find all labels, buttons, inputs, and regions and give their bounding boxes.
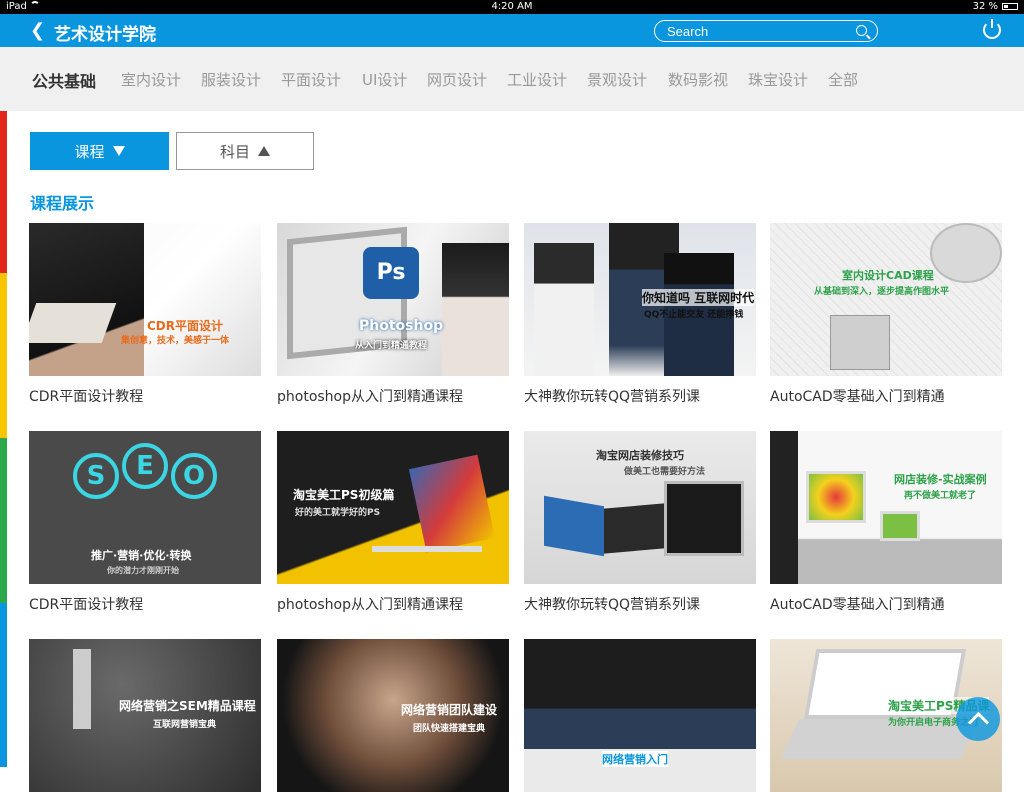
page-title: 艺术设计学院 xyxy=(54,25,156,45)
course-thumbnail: 网络营销入门 xyxy=(524,639,756,792)
course-thumbnail: S E O 推广·营销·优化·转换 你的潜力才刚刚开始 xyxy=(29,431,261,584)
search-input[interactable] xyxy=(667,24,847,39)
triangle-up-icon xyxy=(258,146,270,156)
course-filter-label: 课程 xyxy=(74,142,105,161)
course-thumbnail: CDR平面设计 集创意，技术，美感于一体 xyxy=(29,223,261,376)
course-card[interactable]: 淘宝网店装修技巧 做美工也需要好方法 大神教你玩转QQ营销系列课 xyxy=(524,431,756,614)
course-title: photoshop从入门到精通课程 xyxy=(277,389,463,405)
category-tab-graphic[interactable]: 平面设计 xyxy=(281,69,341,90)
course-card[interactable]: 网络营销入门 xyxy=(524,639,756,792)
category-tab-interior[interactable]: 室内设计 xyxy=(121,69,181,90)
category-tab-jewelry[interactable]: 珠宝设计 xyxy=(748,69,808,90)
course-thumbnail: 室内设计CAD课程 从基础到深入，逐步提高作图水平 xyxy=(770,223,1002,376)
category-tab-industrial[interactable]: 工业设计 xyxy=(507,69,567,90)
course-title: AutoCAD零基础入门到精通 xyxy=(770,389,945,405)
search-box[interactable] xyxy=(654,20,878,42)
course-card[interactable]: 网络营销团队建设 团队快速搭建宝典 xyxy=(277,639,509,792)
subject-filter-button[interactable]: 科目 xyxy=(176,132,314,170)
course-thumbnail: 网络营销之SEM精品课程 互联网营销宝典 xyxy=(29,639,261,792)
battery-icon xyxy=(1002,3,1018,10)
section-title: 课程展示 xyxy=(30,194,95,213)
course-card[interactable]: 淘宝美工PS初级篇 好的美工就学好的PS photoshop从入门到精通课程 xyxy=(277,431,509,614)
category-bar: 公共基础 室内设计 服装设计 平面设计 UI设计 网页设计 工业设计 景观设计 … xyxy=(0,47,1024,111)
course-card[interactable]: S E O 推广·营销·优化·转换 你的潜力才刚刚开始 CDR平面设计教程 xyxy=(29,431,261,614)
course-title: 大神教你玩转QQ营销系列课 xyxy=(524,597,701,613)
course-card[interactable]: Ps Photoshop 从入门到精通教程 photoshop从入门到精通课程 xyxy=(277,223,509,406)
subject-filter-label: 科目 xyxy=(219,142,250,161)
course-title: CDR平面设计教程 xyxy=(29,597,144,613)
course-card[interactable]: 你知道吗 互联网时代 QQ不止能交友 还能挣钱 大神教你玩转QQ营销系列课 xyxy=(524,223,756,406)
top-navbar: ❮ 艺术设计学院 xyxy=(0,14,1024,47)
category-tab-digital-video[interactable]: 数码影视 xyxy=(668,69,728,90)
course-title: CDR平面设计教程 xyxy=(29,389,144,405)
course-title: photoshop从入门到精通课程 xyxy=(277,597,463,613)
course-card[interactable]: 室内设计CAD课程 从基础到深入，逐步提高作图水平 AutoCAD零基础入门到精… xyxy=(770,223,1002,406)
course-thumbnail: 网络营销团队建设 团队快速搭建宝典 xyxy=(277,639,509,792)
triangle-down-icon xyxy=(112,146,125,156)
course-filter-button[interactable]: 课程 xyxy=(30,132,169,170)
status-time: 4:20 AM xyxy=(491,1,533,12)
category-tab-public-basics[interactable]: 公共基础 xyxy=(32,68,96,92)
course-title: AutoCAD零基础入门到精通 xyxy=(770,597,945,613)
course-thumbnail: 淘宝美工PS初级篇 好的美工就学好的PS xyxy=(277,431,509,584)
course-thumbnail: Ps Photoshop 从入门到精通教程 xyxy=(277,223,509,376)
scroll-top-button[interactable] xyxy=(956,697,1000,741)
back-chevron-icon[interactable]: ❮ xyxy=(30,20,45,41)
course-thumbnail: 网店装修-实战案例 再不做美工就老了 xyxy=(770,431,1002,584)
category-tab-fashion[interactable]: 服装设计 xyxy=(201,69,261,90)
category-tab-ui[interactable]: UI设计 xyxy=(362,69,407,90)
search-icon[interactable] xyxy=(856,25,867,36)
battery-status: 32 % xyxy=(973,1,1018,12)
course-card[interactable]: CDR平面设计 集创意，技术，美感于一体 CDR平面设计教程 xyxy=(29,223,261,406)
course-thumbnail: 淘宝网店装修技巧 做美工也需要好方法 xyxy=(524,431,756,584)
category-tab-all[interactable]: 全部 xyxy=(828,69,858,90)
course-card[interactable]: 网店装修-实战案例 再不做美工就老了 AutoCAD零基础入门到精通 xyxy=(770,431,1002,614)
color-strip xyxy=(0,111,7,767)
status-bar: iPad 4:20 AM 32 % xyxy=(0,0,1024,14)
course-title: 大神教你玩转QQ营销系列课 xyxy=(524,389,701,405)
power-icon[interactable] xyxy=(983,19,1001,39)
course-thumbnail: 你知道吗 互联网时代 QQ不止能交友 还能挣钱 xyxy=(524,223,756,376)
category-tab-landscape[interactable]: 景观设计 xyxy=(587,69,647,90)
category-tab-web[interactable]: 网页设计 xyxy=(427,69,487,90)
course-card[interactable]: 网络营销之SEM精品课程 互联网营销宝典 xyxy=(29,639,261,792)
